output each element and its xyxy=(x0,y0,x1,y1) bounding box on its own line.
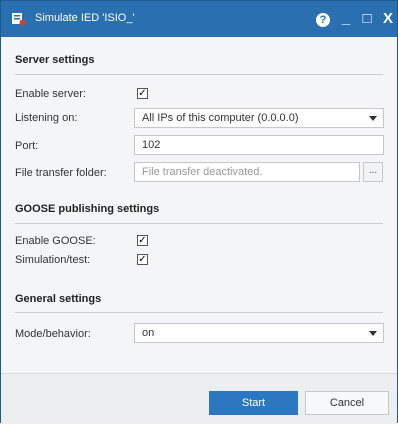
simulation-test-label: Simulation/test: xyxy=(15,254,91,266)
dialog-footer: Start Cancel xyxy=(1,373,397,424)
minimize-button[interactable]: _ xyxy=(336,7,356,31)
simulate-ied-icon xyxy=(12,13,26,26)
listening-on-label: Listening on: xyxy=(15,112,78,124)
cancel-button[interactable]: Cancel xyxy=(305,391,389,415)
maximize-button[interactable]: □ xyxy=(357,7,377,31)
server-settings-header: Server settings xyxy=(15,54,95,66)
enable-server-label: Enable server: xyxy=(15,88,86,100)
listening-on-value: All IPs of this computer (0.0.0.0) xyxy=(142,112,299,124)
port-input[interactable]: 102 xyxy=(134,135,384,155)
close-button[interactable]: X xyxy=(378,7,398,31)
start-button[interactable]: Start xyxy=(209,391,298,415)
general-settings-header: General settings xyxy=(15,293,102,305)
enable-server-checkbox[interactable]: ✓ xyxy=(137,88,148,99)
listening-on-select[interactable]: All IPs of this computer (0.0.0.0) xyxy=(134,108,384,128)
title-bar[interactable]: Simulate IED 'ISIO_' ? _ □ X xyxy=(1,1,397,37)
help-icon: ? xyxy=(316,13,330,27)
enable-goose-checkbox[interactable]: ✓ xyxy=(137,235,148,246)
file-transfer-folder-label: File transfer folder: xyxy=(15,167,107,179)
section-divider xyxy=(15,74,383,75)
chevron-down-icon xyxy=(369,116,377,121)
section-divider xyxy=(15,223,383,224)
maximize-icon: □ xyxy=(362,10,372,27)
enable-goose-label: Enable GOOSE: xyxy=(15,235,96,247)
mode-behavior-select[interactable]: on xyxy=(134,323,384,343)
close-icon: X xyxy=(382,10,393,27)
mode-behavior-label: Mode/behavior: xyxy=(15,328,91,340)
simulation-test-checkbox[interactable]: ✓ xyxy=(137,254,148,265)
mode-behavior-value: on xyxy=(142,327,155,339)
minimize-icon: _ xyxy=(341,10,351,27)
port-label: Port: xyxy=(15,140,39,152)
window-title: Simulate IED 'ISIO_' xyxy=(35,12,135,24)
goose-settings-header: GOOSE publishing settings xyxy=(15,203,160,215)
chevron-down-icon xyxy=(369,331,377,336)
help-button[interactable]: ? xyxy=(313,7,333,31)
simulate-ied-dialog: Simulate IED 'ISIO_' ? _ □ X Server sett… xyxy=(0,0,398,424)
section-divider xyxy=(15,312,383,313)
browse-button[interactable]: ... xyxy=(363,162,383,182)
file-transfer-folder-input[interactable]: File transfer deactivated. xyxy=(134,162,360,182)
